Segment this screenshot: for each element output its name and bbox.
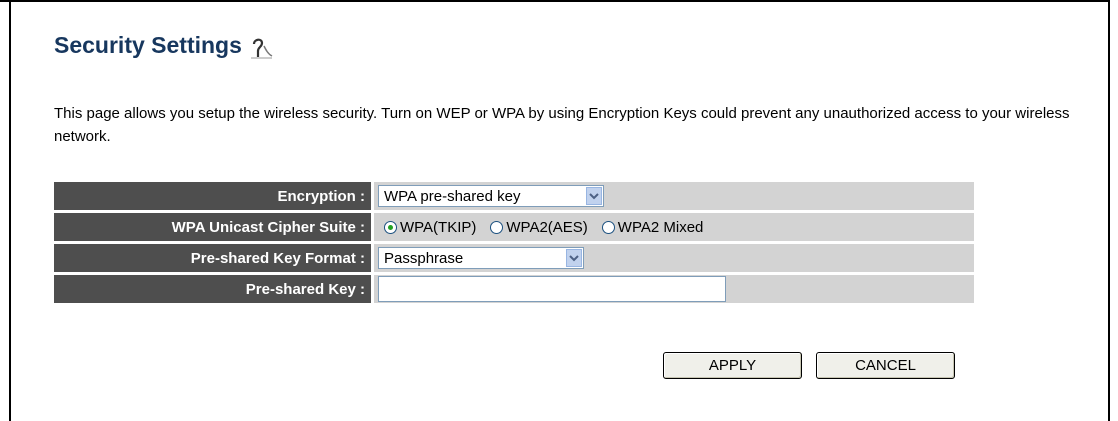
encryption-select[interactable]: WPA pre-shared key [378,185,604,207]
radio-wpa-tkip-label: WPA(TKIP) [400,218,477,236]
key-label: Pre-shared Key : [54,275,374,303]
page-title: Security Settings [54,30,274,60]
encryption-label: Encryption : [54,182,374,210]
page-description: This page allows you setup the wireless … [54,105,1070,145]
key-format-row: Pre-shared Key Format : Passphrase [54,244,974,272]
key-format-select[interactable]: Passphrase [378,247,584,269]
help-icon[interactable] [248,34,274,60]
pre-shared-key-input[interactable] [378,276,726,302]
cipher-row: WPA Unicast Cipher Suite : WPA(TKIP) WPA… [54,213,974,241]
chevron-down-icon[interactable] [566,249,582,267]
radio-wpa2-aes[interactable]: WPA2(AES) [490,218,588,236]
chevron-down-icon[interactable] [586,187,602,205]
page-title-text: Security Settings [54,31,242,58]
key-format-select-value: Passphrase [384,249,464,267]
cancel-button[interactable]: CANCEL [816,352,955,379]
cipher-cell: WPA(TKIP) WPA2(AES) WPA2 Mixed [374,213,974,241]
radio-wpa-tkip[interactable]: WPA(TKIP) [384,219,476,236]
radio-unchecked-icon[interactable] [490,220,504,234]
key-row: Pre-shared Key : [54,275,974,303]
encryption-row: Encryption : WPA pre-shared key [54,182,974,210]
cipher-radio-group: WPA(TKIP) WPA2(AES) WPA2 Mixed [378,219,974,236]
key-format-label: Pre-shared Key Format : [54,244,374,272]
security-form: Encryption : WPA pre-shared key WPA Unic… [54,179,974,306]
radio-checked-icon[interactable] [384,220,397,234]
button-bar: APPLY CANCEL [663,352,955,379]
key-format-cell: Passphrase [374,244,974,272]
radio-wpa2-mixed-label: WPA2 Mixed [617,218,704,236]
radio-unchecked-icon[interactable] [601,220,615,234]
apply-button[interactable]: APPLY [663,352,802,379]
radio-wpa2-aes-label: WPA2(AES) [506,218,588,236]
key-cell [374,275,974,303]
cipher-label: WPA Unicast Cipher Suite : [54,213,374,241]
radio-wpa2-mixed[interactable]: WPA2 Mixed [601,218,704,236]
encryption-select-value: WPA pre-shared key [384,187,521,205]
left-border [9,0,11,421]
encryption-cell: WPA pre-shared key [374,182,974,210]
